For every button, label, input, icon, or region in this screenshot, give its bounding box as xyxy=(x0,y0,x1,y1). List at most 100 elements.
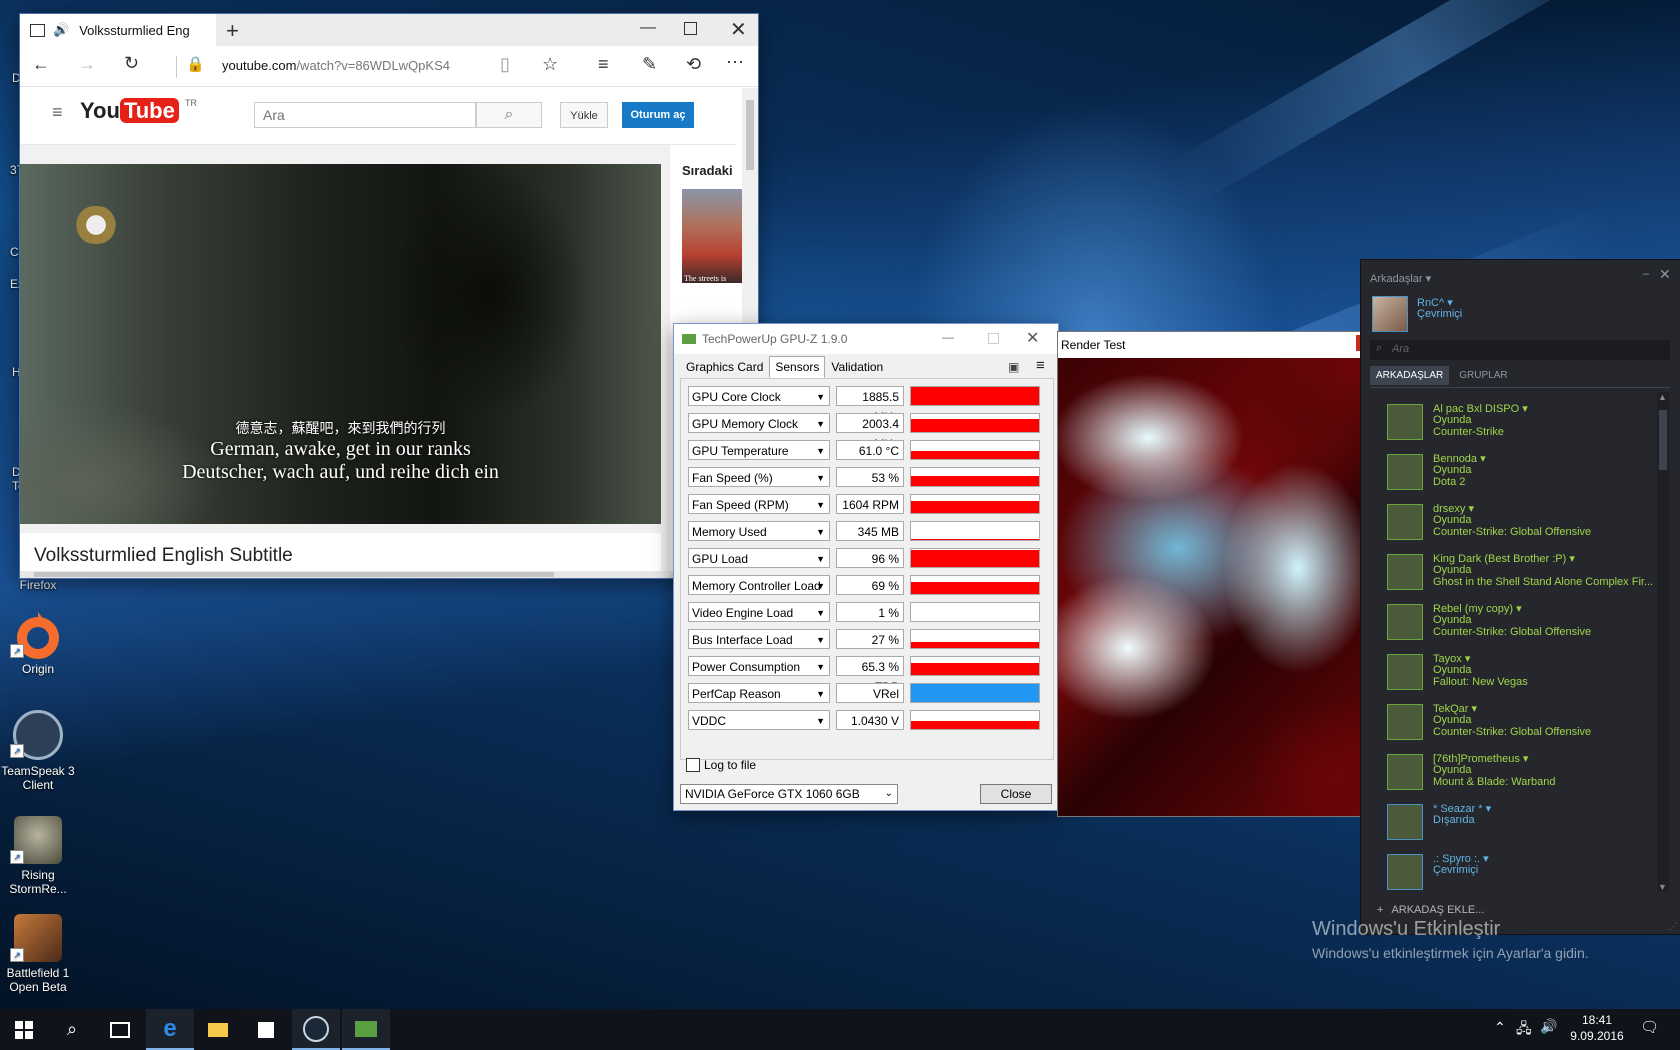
favorite-star-icon[interactable]: ☆ xyxy=(542,54,558,75)
camera-icon[interactable]: ▣ xyxy=(1008,360,1019,374)
taskbar-store[interactable] xyxy=(242,1009,290,1050)
youtube-logo[interactable]: You Tube TR xyxy=(80,98,197,124)
friend-avatar[interactable] xyxy=(1387,554,1423,590)
friend-item[interactable]: [76th]Prometheus ▾ Oyunda Mount & Blade: W… xyxy=(1387,752,1667,800)
forward-icon[interactable]: → xyxy=(78,54,96,75)
friend-item[interactable]: drsexy ▾ Oyunda Counter-Strike: Global Off… xyxy=(1387,502,1667,550)
minimize-button[interactable]: — xyxy=(640,19,656,37)
friend-item[interactable]: Tayox ▾ Oyunda Fallout: New Vegas xyxy=(1387,652,1667,700)
minimize-button[interactable]: – xyxy=(1643,268,1649,280)
task-view-button[interactable] xyxy=(96,1009,144,1050)
taskbar-file-explorer[interactable] xyxy=(194,1009,242,1050)
friend-avatar[interactable] xyxy=(1387,754,1423,790)
tab-friends[interactable]: ARKADAŞLAR xyxy=(1370,366,1450,385)
friend-item[interactable]: Al pac Bxl DISPO ▾ Oyunda Counter-Strike xyxy=(1387,402,1667,450)
taskbar-gpuz[interactable] xyxy=(342,1009,390,1050)
close-button[interactable]: ✕ xyxy=(1026,328,1039,348)
maximize-button[interactable] xyxy=(988,333,999,344)
sensor-name-dropdown[interactable]: Power Consumption ▼ xyxy=(688,656,830,676)
tab-groups[interactable]: GRUPLAR xyxy=(1453,366,1513,385)
network-icon[interactable]: 🖧 xyxy=(1516,1018,1532,1042)
edge-tab[interactable]: 🔊 Volkssturmlied Eng xyxy=(20,14,216,46)
address-bar[interactable]: youtube.com/watch?v=86WDLwQpKS4 xyxy=(222,58,450,73)
friend-avatar[interactable] xyxy=(1387,704,1423,740)
more-icon[interactable]: ⋯ xyxy=(726,52,744,73)
friend-item[interactable]: Rebel (my copy) ▾ Oyunda Counter-Strike: G… xyxy=(1387,602,1667,650)
steam-header[interactable]: Arkadaşlar ▾ xyxy=(1370,272,1431,285)
signin-button[interactable]: Oturum aç xyxy=(622,102,694,128)
friend-avatar[interactable] xyxy=(1387,404,1423,440)
sensor-name-dropdown[interactable]: GPU Memory Clock ▼ xyxy=(688,413,830,433)
taskbar-edge[interactable]: e xyxy=(146,1009,194,1050)
tab-sensors[interactable]: Sensors xyxy=(769,356,826,378)
friend-avatar[interactable] xyxy=(1387,854,1423,890)
sensor-name-dropdown[interactable]: GPU Temperature ▼ xyxy=(688,440,830,460)
log-to-file-row[interactable]: Log to file xyxy=(686,758,756,772)
youtube-search-input[interactable] xyxy=(254,102,476,128)
start-button[interactable] xyxy=(0,1009,48,1050)
friend-avatar[interactable] xyxy=(1387,604,1423,640)
tab-validation[interactable]: Validation xyxy=(825,356,889,378)
tab-graphics-card[interactable]: Graphics Card xyxy=(680,356,769,378)
reading-view-icon[interactable]: ▯ xyxy=(500,54,510,75)
sensor-name-dropdown[interactable]: GPU Load ▼ xyxy=(688,548,830,568)
close-dialog-button[interactable]: Close xyxy=(980,784,1052,804)
close-button[interactable]: ✕ xyxy=(1659,266,1671,283)
user-avatar[interactable] xyxy=(1372,296,1408,332)
sensor-name-dropdown[interactable]: GPU Core Clock ▼ xyxy=(688,386,830,406)
show-hidden-icons[interactable]: ⌃ xyxy=(1494,1019,1506,1036)
sensor-name-dropdown[interactable]: Memory Used ▼ xyxy=(688,521,830,541)
minimize-button[interactable]: — xyxy=(942,330,954,344)
web-note-icon[interactable]: ✎ xyxy=(642,54,657,75)
friend-avatar[interactable] xyxy=(1387,454,1423,490)
scrollbar-thumb[interactable] xyxy=(746,100,754,170)
video-player[interactable]: 德意志，蘇醒吧，來到我們的行列 German, awake, get in ou… xyxy=(20,164,661,524)
volume-icon[interactable]: 🔊 xyxy=(1540,1018,1557,1035)
resize-grip-icon[interactable]: ⋰ xyxy=(1669,921,1678,932)
sensor-name-dropdown[interactable]: Memory Controller Load ▼ xyxy=(688,575,830,595)
sensor-name-dropdown[interactable]: Bus Interface Load ▼ xyxy=(688,629,830,649)
action-center-icon[interactable]: 🗨 xyxy=(1640,1018,1659,1036)
sensor-name-dropdown[interactable]: Fan Speed (RPM) ▼ xyxy=(688,494,830,514)
log-checkbox[interactable] xyxy=(686,758,700,772)
friend-avatar[interactable] xyxy=(1387,504,1423,540)
close-button[interactable]: ✕ xyxy=(730,17,747,42)
desktop-icon-teamspeak[interactable]: ↗ TeamSpeak 3 Client xyxy=(0,710,78,792)
desktop-icon-rising-storm[interactable]: ↗ Rising StormRe... xyxy=(0,816,78,896)
sensor-name-dropdown[interactable]: Video Engine Load ▼ xyxy=(688,602,830,622)
tab-preview-icon[interactable] xyxy=(30,23,45,37)
horizontal-scrollbar[interactable] xyxy=(20,571,736,578)
scrollbar-thumb[interactable] xyxy=(34,572,554,577)
speaker-icon[interactable]: 🔊 xyxy=(53,22,69,38)
youtube-search-button[interactable]: ⌕ xyxy=(476,102,542,128)
up-next-thumbnail[interactable]: The streets is xyxy=(682,189,742,283)
friend-item[interactable]: * Seazar * ▾ Dışarıda xyxy=(1387,802,1667,850)
back-icon[interactable]: ← xyxy=(32,54,50,75)
maximize-button[interactable] xyxy=(684,22,697,35)
friend-avatar[interactable] xyxy=(1387,654,1423,690)
sensor-name-dropdown[interactable]: VDDC ▼ xyxy=(688,710,830,730)
menu-icon[interactable]: ≡ xyxy=(52,102,63,123)
hub-icon[interactable]: ≡ xyxy=(598,54,609,75)
upload-button[interactable]: Yükle xyxy=(560,102,608,128)
friend-item[interactable]: King Dark (Best Brother :P) ▾ Oyunda Ghost… xyxy=(1387,552,1667,600)
menu-icon[interactable]: ≡ xyxy=(1036,357,1045,374)
sensor-name-dropdown[interactable]: PerfCap Reason ▼ xyxy=(688,683,830,703)
new-tab-button[interactable]: + xyxy=(226,18,239,44)
friend-item[interactable]: Bennoda ▾ Oyunda Dota 2 xyxy=(1387,452,1667,500)
friend-item[interactable]: TekQar ▾ Oyunda Counter-Strike: Global Off… xyxy=(1387,702,1667,750)
clock[interactable]: 18:41 9.09.2016 xyxy=(1566,1013,1628,1043)
friend-item[interactable]: .: Spyro :. ▾ Çevrimiçi xyxy=(1387,852,1667,900)
taskbar-steam[interactable] xyxy=(292,1009,340,1050)
desktop-icon-battlefield[interactable]: ↗ Battlefield 1 Open Beta xyxy=(0,914,78,994)
scroll-up-icon[interactable]: ▲ xyxy=(1658,392,1667,402)
sensor-name-dropdown[interactable]: Fan Speed (%) ▼ xyxy=(688,467,830,487)
desktop-icon-origin[interactable]: ↗ Origin xyxy=(0,610,78,676)
device-select[interactable]: NVIDIA GeForce GTX 1060 6GB ⌄ xyxy=(680,784,898,804)
friend-avatar[interactable] xyxy=(1387,804,1423,840)
add-friend-button[interactable]: + ARKADAŞ EKLE... xyxy=(1377,904,1484,916)
share-icon[interactable]: ⟲ xyxy=(686,54,701,75)
search-button[interactable]: ⌕ xyxy=(48,1009,96,1050)
friend-search[interactable]: ⌕ Ara xyxy=(1370,340,1670,360)
refresh-icon[interactable]: ↻ xyxy=(124,53,139,74)
